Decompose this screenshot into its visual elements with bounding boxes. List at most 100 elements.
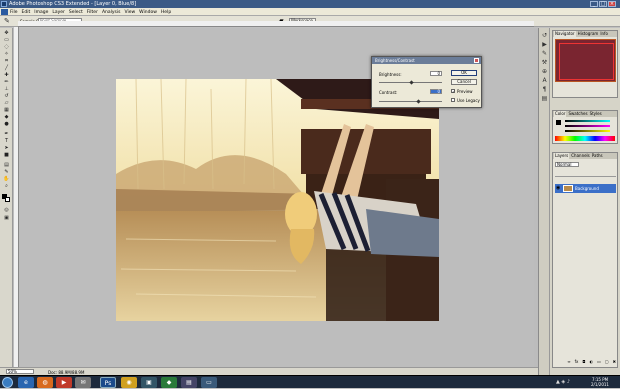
paragraph-panel-icon[interactable]: ¶ xyxy=(541,86,548,93)
type-tool-icon[interactable]: T xyxy=(2,139,11,144)
slice-tool-icon[interactable]: ╱ xyxy=(2,66,11,71)
gradient-tool-icon[interactable]: ▦ xyxy=(2,108,11,113)
new-group-icon[interactable]: ▭ xyxy=(597,359,601,365)
menu-bar: File Edit Image Layer Select Filter Anal… xyxy=(0,8,620,16)
menu-window[interactable]: Window xyxy=(139,10,157,15)
trash-icon[interactable]: ✖ xyxy=(613,359,616,365)
eraser-tool-icon[interactable]: ▱ xyxy=(2,101,11,106)
contrast-slider-thumb[interactable] xyxy=(416,99,421,104)
magic-wand-icon[interactable]: ✧ xyxy=(2,52,11,57)
tab-info[interactable]: Info xyxy=(600,31,608,37)
adjustment-layer-icon[interactable]: ◐ xyxy=(590,359,594,365)
healing-brush-icon[interactable]: ✚ xyxy=(2,73,11,78)
notes-tool-icon[interactable]: ▤ xyxy=(2,163,11,168)
crop-tool-icon[interactable]: ⌗ xyxy=(2,59,11,64)
zoom-tool-icon[interactable]: ⌕ xyxy=(2,184,11,189)
quick-mask-icon[interactable]: ◎ xyxy=(2,208,11,213)
tool-presets-panel-icon[interactable]: ⚒ xyxy=(541,59,548,66)
menu-analysis[interactable]: Analysis xyxy=(102,10,121,15)
history-panel-icon[interactable]: ↺ xyxy=(541,32,548,39)
menu-help[interactable]: Help xyxy=(161,10,171,15)
tab-navigator[interactable]: Navigator xyxy=(554,31,576,37)
character-panel-icon[interactable]: A xyxy=(541,77,548,84)
clone-source-panel-icon[interactable]: ⊕ xyxy=(541,68,548,75)
history-brush-icon[interactable]: ↺ xyxy=(2,94,11,99)
chrome-taskbar-icon[interactable]: ◉ xyxy=(121,377,137,388)
tab-swatches[interactable]: Swatches xyxy=(568,111,587,117)
path-selection-icon[interactable]: ➤ xyxy=(2,146,11,151)
eyedropper-icon[interactable]: ✎ xyxy=(4,18,11,25)
menu-file[interactable]: File xyxy=(10,10,18,15)
photoshop-taskbar-icon[interactable]: Ps xyxy=(100,377,116,388)
zoom-level-field[interactable]: 50% xyxy=(6,369,34,374)
system-tray-icons[interactable]: ▲ ◈ ♪ xyxy=(556,379,570,385)
color-blue-slider[interactable] xyxy=(565,130,610,132)
navigator-preview[interactable] xyxy=(555,39,616,82)
color-red-slider[interactable] xyxy=(565,120,610,122)
new-layer-icon[interactable]: ▢ xyxy=(605,359,609,365)
layer-comps-panel-icon[interactable]: ▤ xyxy=(541,95,548,102)
shape-tool-icon[interactable]: ■ xyxy=(2,153,11,158)
eye-icon[interactable]: ◉ xyxy=(556,186,560,191)
actions-panel-icon[interactable]: ▶ xyxy=(541,41,548,48)
menu-filter[interactable]: Filter xyxy=(87,10,98,15)
tab-styles[interactable]: Styles xyxy=(590,111,602,117)
eyedropper-tool-icon[interactable]: ✎ xyxy=(2,170,11,175)
tab-histogram[interactable]: Histogram xyxy=(578,31,599,37)
firefox-taskbar-icon[interactable]: ◍ xyxy=(37,377,53,388)
link-layers-icon[interactable]: ∞ xyxy=(567,359,570,365)
brightness-field[interactable]: 0 xyxy=(430,71,442,76)
tab-layers[interactable]: Layers xyxy=(554,153,570,159)
explorer-taskbar-icon[interactable]: ▣ xyxy=(141,377,157,388)
background-color-swatch[interactable] xyxy=(5,197,10,202)
menu-view[interactable]: View xyxy=(124,10,135,15)
lasso-tool-icon[interactable]: ◌ xyxy=(2,45,11,50)
clock[interactable]: 7:15 PM 2/1/2011 xyxy=(585,377,615,387)
blend-mode-select[interactable]: Normal xyxy=(555,162,579,167)
document-image[interactable] xyxy=(116,79,439,321)
contrast-field[interactable]: 0 xyxy=(430,89,442,94)
dodge-tool-icon[interactable]: ● xyxy=(2,122,11,127)
menu-select[interactable]: Select xyxy=(69,10,83,15)
app-taskbar-icon[interactable]: ◆ xyxy=(161,377,177,388)
cancel-button[interactable]: Cancel xyxy=(451,79,477,85)
lock-row xyxy=(555,172,616,177)
use-legacy-checkbox[interactable] xyxy=(451,98,455,102)
folder-taskbar-icon[interactable]: ▤ xyxy=(181,377,197,388)
maximize-button[interactable]: □ xyxy=(599,1,607,7)
menu-edit[interactable]: Edit xyxy=(22,10,31,15)
close-button[interactable]: × xyxy=(608,1,616,7)
start-button[interactable] xyxy=(2,377,13,388)
clone-stamp-icon[interactable]: ⊥ xyxy=(2,87,11,92)
move-tool-icon[interactable]: ✥ xyxy=(2,31,11,36)
marquee-tool-icon[interactable]: ▭ xyxy=(2,38,11,43)
menu-layer[interactable]: Layer xyxy=(52,10,65,15)
layer-mask-icon[interactable]: ◘ xyxy=(582,359,585,365)
brightness-slider-thumb[interactable] xyxy=(409,80,414,85)
window-taskbar-icon[interactable]: ▭ xyxy=(201,377,217,388)
dialog-close-icon[interactable] xyxy=(474,58,479,63)
ok-button[interactable]: OK xyxy=(451,70,477,76)
navigator-view-box[interactable] xyxy=(559,43,614,80)
menu-image[interactable]: Image xyxy=(34,10,48,15)
minimize-button[interactable]: _ xyxy=(590,1,598,7)
media-taskbar-icon[interactable]: ▶ xyxy=(56,377,72,388)
tab-channels[interactable]: Channels xyxy=(571,153,590,159)
ie-taskbar-icon[interactable]: e xyxy=(18,377,34,388)
preview-checkbox[interactable]: ✓ xyxy=(451,89,455,94)
messenger-taskbar-icon[interactable]: ✉ xyxy=(75,377,91,388)
blur-tool-icon[interactable]: ◆ xyxy=(2,115,11,120)
color-foreground-swatch[interactable] xyxy=(556,120,561,125)
tab-paths[interactable]: Paths xyxy=(592,153,603,159)
contrast-slider[interactable] xyxy=(379,101,442,102)
brushes-panel-icon[interactable]: ✎ xyxy=(541,50,548,57)
color-spectrum-ramp[interactable] xyxy=(555,136,615,141)
color-green-slider[interactable] xyxy=(565,125,610,127)
screen-mode-icon[interactable]: ▣ xyxy=(2,216,11,221)
layer-style-icon[interactable]: fx xyxy=(575,359,579,365)
pen-tool-icon[interactable]: ✒ xyxy=(2,132,11,137)
tab-color[interactable]: Color xyxy=(554,111,567,117)
brush-tool-icon[interactable]: ✏ xyxy=(2,80,11,85)
layer-row-background[interactable]: ◉ Background xyxy=(555,184,616,193)
hand-tool-icon[interactable]: ✋ xyxy=(2,177,11,182)
